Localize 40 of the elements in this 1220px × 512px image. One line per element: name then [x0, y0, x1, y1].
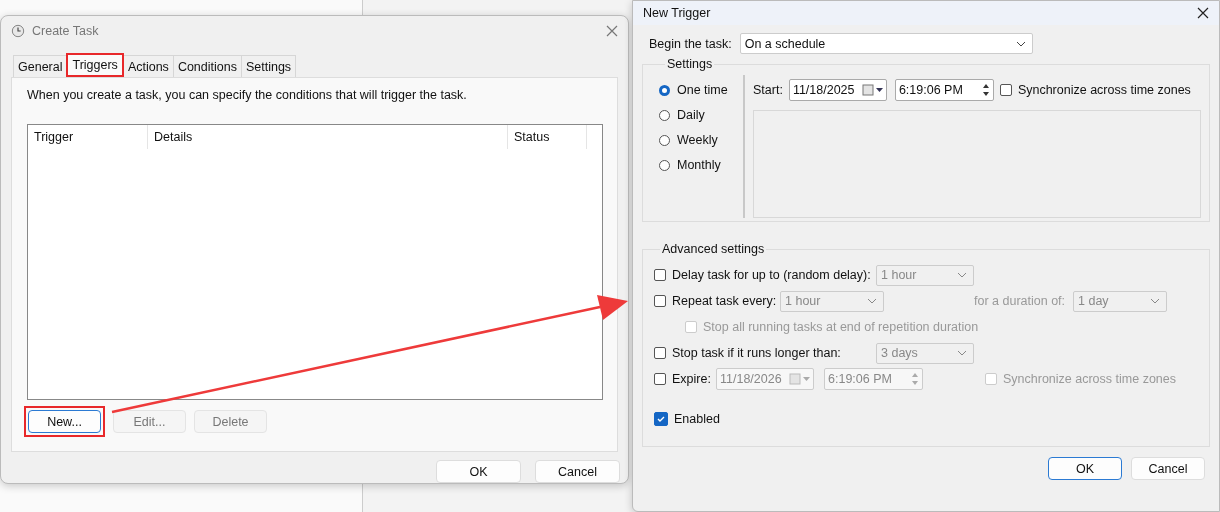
tab[interactable]: General	[13, 55, 68, 77]
column-header[interactable]: Status	[508, 125, 587, 149]
checkmark-icon	[656, 414, 666, 424]
group-legend: Advanced settings	[660, 242, 767, 256]
sync-checkbox[interactable]: Synchronize across time zones	[999, 83, 1191, 97]
ok-button[interactable]: OK	[436, 460, 521, 483]
expire-checkbox[interactable]: Expire:	[654, 372, 708, 386]
schedule-radio[interactable]: Daily	[659, 107, 739, 123]
begin-label: Begin the task:	[649, 36, 732, 51]
chevron-down-icon	[1015, 40, 1026, 47]
date-field[interactable]: 11/18/2025	[788, 79, 887, 101]
tab[interactable]: Settings	[240, 55, 297, 77]
schedule-radio[interactable]: Weekly	[659, 132, 739, 148]
chevron-down-icon	[867, 298, 877, 304]
window-title: New Trigger	[643, 6, 711, 20]
tab[interactable]: Triggers	[66, 53, 124, 77]
schedule-radio[interactable]: Monthly	[659, 157, 739, 173]
description-text: When you create a task, you can specify the conditions that will trigger the task.	[27, 88, 468, 102]
cancel-button[interactable]: Cancel	[1131, 457, 1205, 480]
cancel-button[interactable]: Cancel	[535, 460, 620, 483]
schedule-radio[interactable]: One time	[659, 82, 739, 98]
new-button[interactable]: New...	[28, 410, 101, 433]
column-header[interactable]: Details	[148, 125, 508, 149]
stop-checkbox[interactable]: Stop task if it runs longer than:	[654, 346, 868, 360]
begin-dropdown[interactable]: On a schedule	[739, 33, 1033, 54]
delay-checkbox[interactable]: Delay task for up to (random delay):	[654, 268, 868, 282]
duration-label: for a duration of:	[974, 294, 1066, 308]
group-legend: Settings	[665, 57, 715, 71]
window-title: Create Task	[32, 24, 99, 38]
close-icon[interactable]	[1197, 7, 1209, 19]
chevron-down-icon	[1150, 298, 1161, 304]
calendar-dropdown-icon[interactable]	[861, 84, 884, 96]
enabled-checkbox[interactable]: Enabled	[654, 412, 720, 426]
clock-icon	[11, 24, 25, 38]
chevron-down-icon	[957, 272, 967, 278]
ok-button[interactable]: OK	[1048, 457, 1122, 480]
start-label: Start:	[753, 83, 783, 97]
chevron-down-icon	[957, 350, 967, 356]
time-field[interactable]: 6:19:06 PM	[894, 79, 994, 101]
column-header[interactable]: Trigger	[28, 125, 148, 149]
